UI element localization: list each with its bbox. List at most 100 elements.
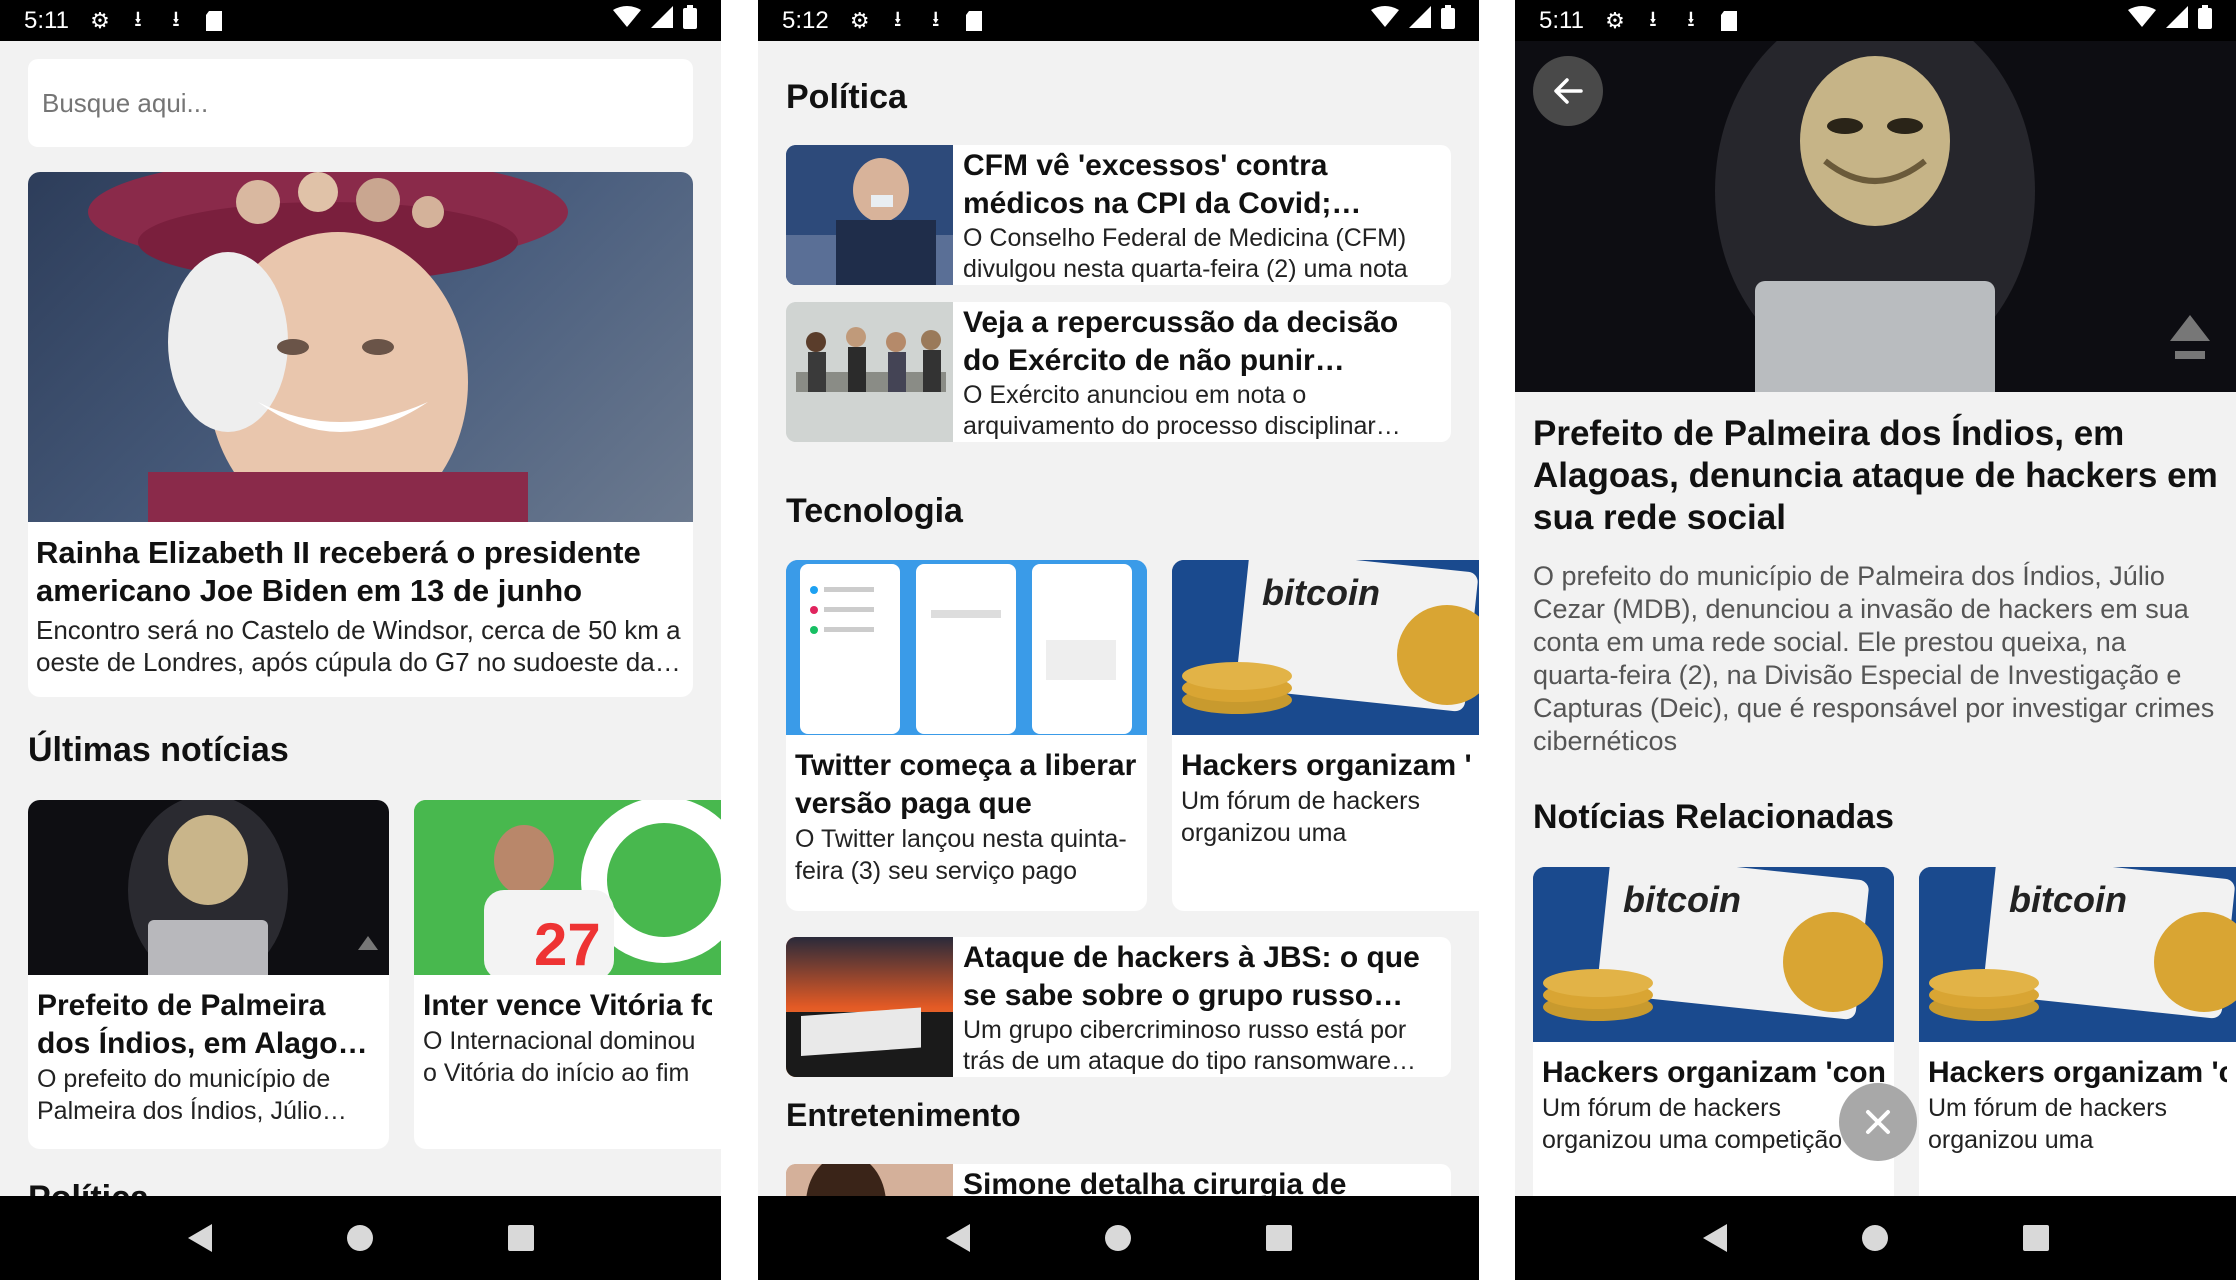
news-row-title: CFM vê 'excessos' contra médicos na CPI …: [963, 149, 1332, 220]
article-hero-image: [1515, 41, 2236, 392]
bitcoin-logo-text: bitcoin: [1623, 879, 1741, 920]
download-icon: ⭳: [172, 5, 180, 31]
close-button[interactable]: [1839, 1083, 1917, 1161]
news-row-description: O Conselho Federal de Medicina (CFM) div…: [963, 224, 1408, 283]
bitcoin-logo-text: bitcoin: [2009, 879, 2127, 920]
featured-news-title: Rainha Elizabeth II receberá o president…: [36, 535, 641, 608]
article-screen: 5:11 ⚙ ⭳ ⭳ Prefeito de Palmeira dos Índi…: [1515, 0, 2236, 1280]
status-time: 5:11: [24, 6, 69, 34]
home-nav-button[interactable]: [1845, 1208, 1905, 1268]
featured-news-description: Encontro será no Castelo de Windsor, cer…: [36, 615, 681, 677]
home-screen: 5:11 ⚙ ⭳ ⭳ Busque aqui... Rainha Elizabe…: [0, 0, 721, 1280]
news-card-title: Hackers organizam 'concurso' com prêmio: [1181, 749, 1470, 782]
news-row-card[interactable]: Veja a repercussão da decisão do Exércit…: [786, 302, 1451, 442]
news-card-title: Inter vence Vitória fora de casa e abre: [423, 989, 712, 1022]
status-time: 5:12: [782, 6, 829, 34]
back-nav-button[interactable]: [170, 1208, 230, 1268]
back-nav-button[interactable]: [1685, 1208, 1745, 1268]
news-card-title: Twitter começa a liberar versão paga que: [795, 749, 1137, 820]
news-row-card[interactable]: Ataque de hackers à JBS: o que se sabe s…: [786, 937, 1451, 1077]
bitcoin-logo-text: bitcoin: [1262, 572, 1380, 613]
download-icon: ⭳: [1649, 5, 1657, 31]
wifi-icon: [2128, 6, 2156, 35]
download-icon: ⭳: [893, 5, 902, 31]
news-card-image: bitcoin: [1172, 560, 1479, 735]
technology-heading: Tecnologia: [786, 492, 963, 530]
download-icon: ⭳: [1687, 5, 1695, 31]
recents-square-icon: [2022, 1225, 2049, 1251]
download-icon: ⭳: [134, 5, 142, 31]
related-news-card[interactable]: bitcoin Hackers organizam 'concurso' com…: [1533, 867, 1894, 1196]
news-thumbnail: [786, 937, 953, 1077]
article-body: O prefeito do município de Palmeira dos …: [1533, 561, 2215, 756]
settings-icon: ⚙: [1605, 7, 1625, 33]
back-triangle-icon: [1703, 1224, 1728, 1252]
recents-nav-button[interactable]: [491, 1208, 551, 1268]
news-row-card[interactable]: Simone detalha cirurgia de: [786, 1164, 1451, 1196]
news-card-image: [28, 800, 389, 975]
latest-news-heading: Últimas notícias: [28, 731, 289, 769]
sd-card-icon: [201, 8, 227, 34]
news-card-title: Prefeito de Palmeira dos Índios, em Alag…: [37, 989, 380, 1060]
news-card-description: O prefeito do município de Palmeira dos …: [37, 1065, 331, 1125]
news-card[interactable]: Prefeito de Palmeira dos Índios, em Alag…: [28, 800, 389, 1149]
news-row-description: Um grupo cibercriminoso russo está por t…: [963, 1016, 1407, 1075]
signal-icon: [1409, 6, 1431, 35]
signal-icon: [2166, 6, 2188, 35]
back-button[interactable]: [1533, 56, 1603, 126]
news-row-title: Simone detalha cirurgia de: [963, 1168, 1347, 1196]
status-bar: 5:11 ⚙ ⭳ ⭳: [1515, 0, 2236, 41]
news-thumbnail: [786, 1164, 953, 1196]
news-card-image: [786, 560, 1147, 735]
navigation-bar: [758, 1196, 1479, 1280]
sd-card-icon: [961, 8, 987, 34]
news-card[interactable]: bitcoin Hackers organizam 'concurso' com…: [1172, 560, 1479, 911]
wifi-icon: [613, 6, 641, 35]
news-card-image: bitcoin: [1919, 867, 2236, 1042]
status-bar: 5:11 ⚙ ⭳ ⭳: [0, 0, 721, 41]
news-card[interactable]: Twitter começa a liberar versão paga que…: [786, 560, 1147, 911]
recents-nav-button[interactable]: [1249, 1208, 1309, 1268]
back-triangle-icon: [946, 1224, 971, 1252]
signal-icon: [651, 6, 673, 35]
related-news-heading: Notícias Relacionadas: [1533, 798, 1894, 836]
wifi-icon: [1371, 6, 1399, 35]
battery-icon: [2198, 5, 2212, 36]
home-nav-button[interactable]: [1088, 1208, 1148, 1268]
news-thumbnail: [786, 302, 953, 442]
back-triangle-icon: [188, 1224, 213, 1252]
related-news-card[interactable]: bitcoin Hackers organizam 'concurso' com…: [1919, 867, 2236, 1196]
home-nav-button[interactable]: [330, 1208, 390, 1268]
article-title: Prefeito de Palmeira dos Índios, em Alag…: [1533, 414, 2218, 537]
politics-heading: Política: [786, 78, 907, 116]
recents-square-icon: [1265, 1225, 1292, 1251]
news-row-description: O Exército anunciou em nota o arquivamen…: [963, 381, 1376, 440]
download-icon: ⭳: [931, 5, 940, 31]
news-card-description: O Internacional dominou o Vitória do iní…: [423, 1027, 696, 1087]
news-card[interactable]: 27 Inter vence Vitória fora de casa e ab…: [414, 800, 721, 1149]
settings-icon: ⚙: [849, 7, 870, 33]
recents-square-icon: [507, 1225, 534, 1251]
home-circle-icon: [1862, 1225, 1889, 1251]
news-card-image: 27: [414, 800, 721, 975]
close-icon: [1866, 1110, 1890, 1134]
status-time: 5:11: [1539, 6, 1584, 34]
news-card-description: Um fórum de hackers organizou uma compet…: [1542, 1094, 1843, 1154]
news-row-title: Ataque de hackers à JBS: o que se sabe s…: [963, 941, 1420, 1012]
news-card-image: bitcoin: [1533, 867, 1894, 1042]
home-circle-icon: [347, 1225, 374, 1251]
navigation-bar: [1515, 1196, 2236, 1280]
back-nav-button[interactable]: [928, 1208, 988, 1268]
search-input[interactable]: [28, 59, 693, 147]
news-card-description: Um fórum de hackers organizou uma compet…: [1181, 787, 1420, 847]
politics-heading: Política: [28, 1179, 149, 1196]
news-row-card[interactable]: CFM vê 'excessos' contra médicos na CPI …: [786, 145, 1451, 285]
settings-icon: ⚙: [90, 7, 110, 33]
news-card-description: O Twitter lançou nesta quinta-feira (3) …: [795, 825, 1127, 885]
news-card-title: Hackers organizam 'concurso' com prêmio: [1928, 1056, 2227, 1089]
battery-icon: [1441, 5, 1455, 36]
recents-nav-button[interactable]: [2006, 1208, 2066, 1268]
svg-text:27: 27: [534, 911, 601, 975]
news-card-title: Hackers organizam 'concurso' com prêmio: [1542, 1056, 1885, 1089]
featured-news-card[interactable]: Rainha Elizabeth II receberá o president…: [28, 172, 693, 697]
